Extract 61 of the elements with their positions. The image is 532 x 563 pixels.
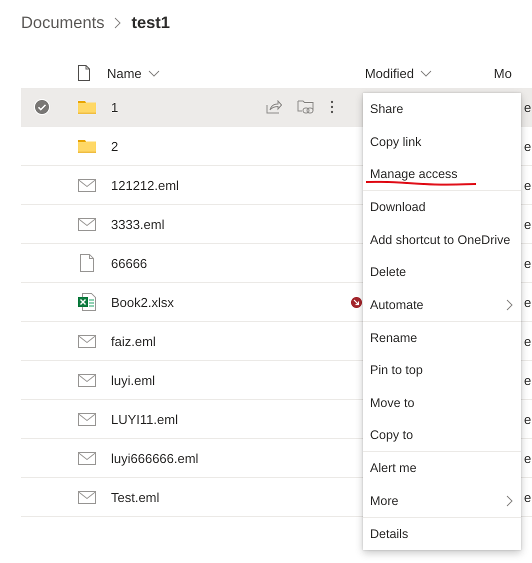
- column-header[interactable]: Modified: [364, 66, 414, 80]
- menu-item[interactable]: Pin to top: [363, 354, 521, 387]
- envelope-icon: [78, 374, 96, 386]
- column-header[interactable]: Name: [106, 66, 142, 80]
- menu-item[interactable]: Copy to: [363, 418, 521, 452]
- envelope-icon: [78, 178, 96, 192]
- table-cell: e: [524, 372, 532, 388]
- table-cell: e: [524, 412, 532, 426]
- table-cell: e: [524, 450, 532, 466]
- menu-item[interactable]: More: [363, 484, 521, 518]
- folder-icon: [78, 139, 96, 153]
- folder-icon: [78, 100, 96, 114]
- file-name[interactable]: 2: [111, 138, 261, 154]
- envelope-icon: [78, 218, 96, 230]
- chevron-right-icon: [114, 17, 122, 29]
- table-cell: e: [524, 256, 532, 270]
- file-name[interactable]: 121212.eml: [111, 178, 261, 192]
- menu-item[interactable]: Manage access: [363, 158, 521, 190]
- breadcrumb-item[interactable]: Documents: [21, 14, 104, 32]
- folder-link-icon[interactable]: [297, 99, 315, 115]
- menu-item[interactable]: Download: [363, 191, 521, 224]
- menu-item[interactable]: Move to: [363, 386, 521, 419]
- file-name[interactable]: 66666: [111, 256, 261, 270]
- share-icon[interactable]: [266, 100, 282, 114]
- envelope-icon: [78, 490, 96, 504]
- breadcrumb-item[interactable]: test1: [131, 14, 170, 32]
- file-name[interactable]: luyi.eml: [111, 372, 261, 388]
- chevron-down-icon: [148, 70, 160, 76]
- table-cell: e: [524, 490, 532, 504]
- table-cell: e: [524, 334, 532, 348]
- chevron-down-icon: [420, 70, 432, 76]
- file-name[interactable]: Book2.xlsx: [111, 294, 261, 310]
- table-cell: e: [524, 138, 532, 154]
- file-name[interactable]: luyi666666.eml: [111, 450, 261, 466]
- file-name[interactable]: 3333.eml: [111, 216, 261, 232]
- spreadsheet-icon: [78, 293, 96, 311]
- menu-item[interactable]: Add shortcut to OneDrive: [363, 224, 521, 256]
- document-icon: [80, 254, 94, 272]
- more-vertical-icon[interactable]: [330, 100, 334, 114]
- table-cell: e: [524, 294, 532, 310]
- table-cell: e: [524, 216, 532, 232]
- file-name[interactable]: LUYI11.eml: [111, 412, 261, 426]
- menu-item[interactable]: Copy link: [363, 125, 521, 158]
- envelope-icon: [78, 412, 96, 426]
- file-type-icon[interactable]: [78, 65, 90, 81]
- envelope-icon: [78, 452, 96, 464]
- menu-item[interactable]: Delete: [363, 256, 521, 288]
- menu-item[interactable]: Automate: [363, 288, 521, 321]
- menu-item[interactable]: Share: [363, 93, 521, 126]
- file-name[interactable]: 1: [111, 100, 261, 114]
- file-name[interactable]: faiz.eml: [111, 334, 261, 348]
- error-status-icon[interactable]: [351, 296, 362, 308]
- menu-item[interactable]: Alert me: [363, 452, 521, 485]
- menu-item[interactable]: Rename: [363, 322, 521, 354]
- table-cell: e: [524, 100, 532, 114]
- table-cell: e: [524, 178, 532, 192]
- envelope-icon: [78, 334, 96, 348]
- column-header[interactable]: Mo: [494, 66, 512, 80]
- menu-item[interactable]: Details: [363, 518, 521, 550]
- check-circle-icon[interactable]: [34, 99, 50, 115]
- file-name[interactable]: Test.eml: [111, 490, 261, 504]
